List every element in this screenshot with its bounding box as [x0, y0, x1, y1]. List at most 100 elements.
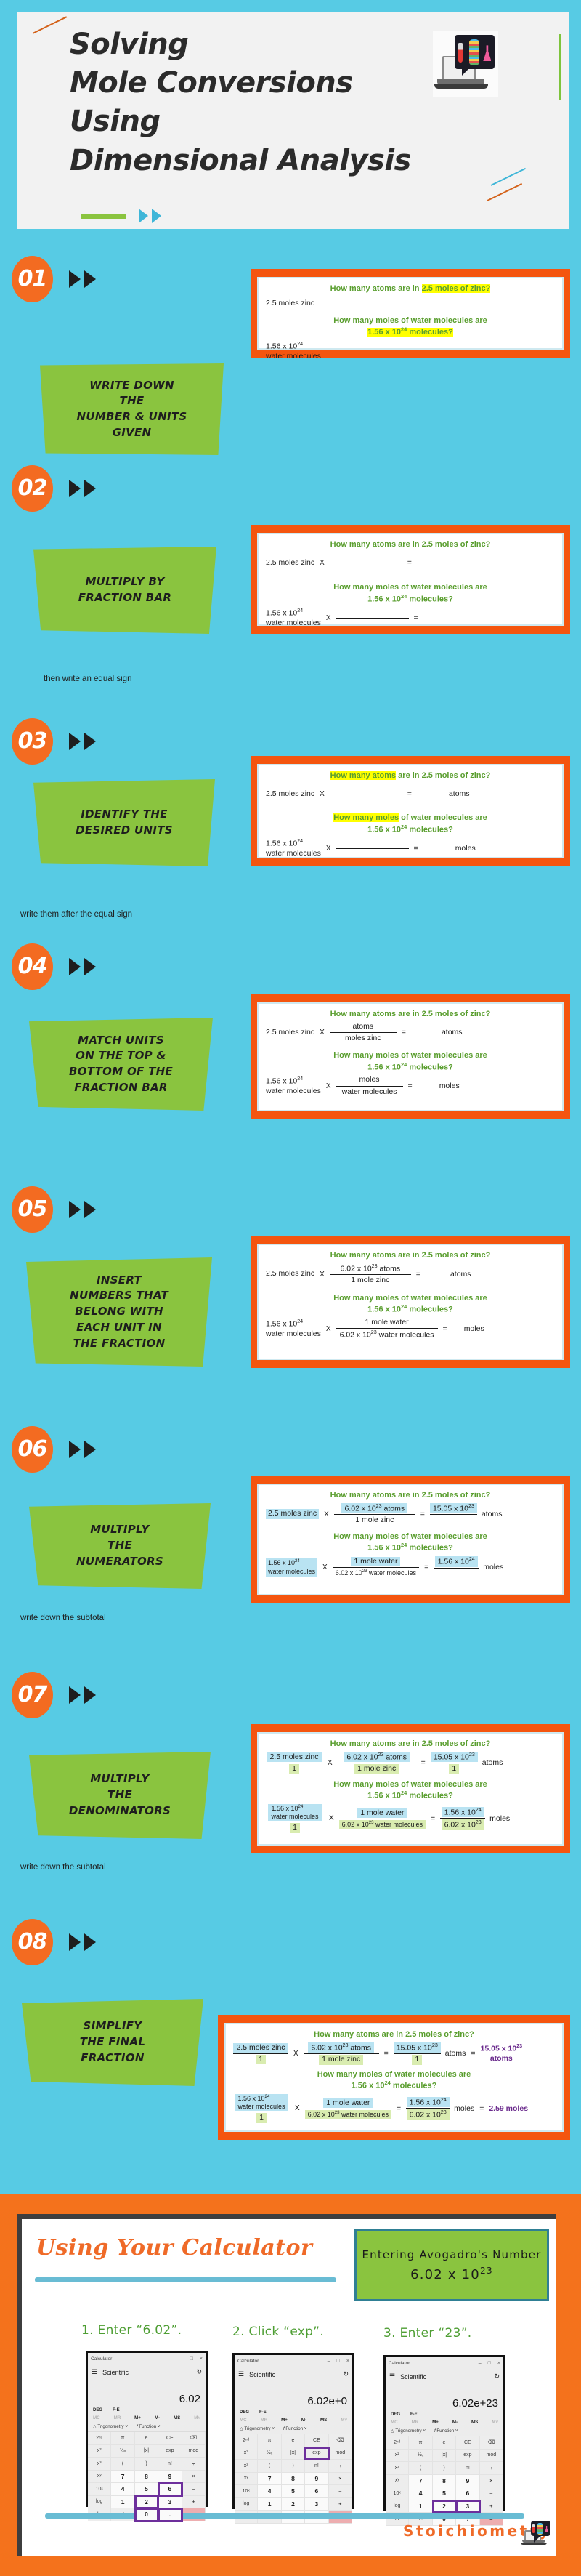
mem-list-button[interactable]: M˅	[341, 2418, 347, 2423]
mem-sub-button[interactable]: M-	[301, 2418, 306, 2423]
key-6[interactable]: 6	[158, 2482, 183, 2497]
key-x-squared[interactable]: x²	[386, 2449, 410, 2462]
mem-clear-button[interactable]: MC	[240, 2418, 247, 2423]
calculator-mode[interactable]: Scientific	[249, 2371, 275, 2378]
key-factorial[interactable]: n!	[305, 2460, 329, 2473]
key-ten-power-x[interactable]: 10ˣ	[235, 2485, 259, 2498]
key-x-power-y[interactable]: xʸ	[235, 2472, 259, 2485]
key-8[interactable]: 8	[134, 2470, 159, 2483]
key-ce[interactable]: CE	[305, 2434, 329, 2447]
key-1[interactable]: 1	[258, 2497, 282, 2511]
key-multiply[interactable]: ×	[479, 2474, 503, 2487]
mem-recall-button[interactable]: MR	[261, 2418, 268, 2423]
hamburger-icon[interactable]: ☰	[238, 2370, 244, 2378]
key-4[interactable]: 4	[258, 2485, 282, 2498]
key-ten-power-x[interactable]: 10ˣ	[386, 2487, 410, 2500]
trigonometry-menu[interactable]: △ Trigonometry ˅	[391, 2428, 426, 2434]
history-icon[interactable]: ↻	[343, 2370, 349, 2378]
mem-list-button[interactable]: M˅	[492, 2420, 498, 2425]
key-5[interactable]: 5	[432, 2487, 457, 2500]
key-factorial[interactable]: n!	[158, 2458, 182, 2471]
fe-toggle[interactable]: F-E	[113, 2408, 120, 2412]
key-x-power-y[interactable]: xʸ	[386, 2474, 410, 2487]
deg-toggle[interactable]: DEG	[240, 2410, 249, 2415]
key-minus[interactable]: −	[479, 2487, 503, 2500]
calculator-mode[interactable]: Scientific	[102, 2369, 129, 2376]
key-8[interactable]: 8	[432, 2474, 457, 2487]
mem-store-button[interactable]: MS	[471, 2420, 478, 2425]
key-abs[interactable]: |x|	[432, 2449, 457, 2462]
key-plus[interactable]: +	[479, 2500, 503, 2513]
mem-clear-button[interactable]: MC	[391, 2420, 398, 2425]
key-exp[interactable]: exp	[456, 2449, 480, 2462]
history-icon[interactable]: ↻	[196, 2368, 202, 2376]
key-0[interactable]: 0	[134, 2508, 160, 2522]
history-icon[interactable]: ↻	[494, 2372, 500, 2380]
key-divide[interactable]: ÷	[479, 2462, 503, 2475]
key-close-paren[interactable]: )	[134, 2458, 159, 2471]
key-5[interactable]: 5	[134, 2483, 159, 2496]
key-2nd[interactable]: 2ⁿᵈ	[235, 2434, 259, 2447]
close-icon[interactable]: ×	[497, 2361, 500, 2366]
key-plus[interactable]: +	[182, 2495, 206, 2508]
function-menu[interactable]: f Function ˅	[283, 2426, 307, 2431]
key-2nd[interactable]: 2ⁿᵈ	[386, 2436, 410, 2450]
key-divide[interactable]: ÷	[328, 2460, 352, 2473]
key-reciprocal[interactable]: ½ₓ	[409, 2449, 433, 2462]
key-2[interactable]: 2	[134, 2495, 160, 2509]
mem-recall-button[interactable]: MR	[114, 2415, 121, 2420]
key-pi[interactable]: π	[409, 2436, 433, 2450]
key-pi[interactable]: π	[258, 2434, 282, 2447]
key-8[interactable]: 8	[281, 2472, 306, 2485]
key-x-squared[interactable]: x²	[88, 2444, 112, 2458]
maximize-icon[interactable]: □	[488, 2361, 491, 2366]
key-log[interactable]: log	[386, 2500, 410, 2513]
minimize-icon[interactable]: –	[479, 2361, 482, 2366]
key-ten-power-x[interactable]: 10ˣ	[88, 2483, 112, 2496]
key-open-paren[interactable]: (	[111, 2458, 135, 2471]
key-multiply[interactable]: ×	[328, 2472, 352, 2485]
maximize-icon[interactable]: □	[337, 2359, 340, 2364]
key-plus[interactable]: +	[328, 2497, 352, 2511]
key-decimal[interactable]: .	[158, 2508, 183, 2522]
key-2[interactable]: 2	[281, 2497, 306, 2511]
key-3[interactable]: 3	[455, 2499, 481, 2513]
key-7[interactable]: 7	[258, 2472, 282, 2485]
key-9[interactable]: 9	[456, 2474, 480, 2487]
key-2[interactable]: 2	[431, 2499, 458, 2513]
key-close-paren[interactable]: )	[432, 2462, 457, 2475]
key-mod[interactable]: mod	[479, 2449, 503, 2462]
key-3[interactable]: 3	[305, 2497, 329, 2511]
mem-recall-button[interactable]: MR	[412, 2420, 419, 2425]
trigonometry-menu[interactable]: △ Trigonometry ˅	[240, 2426, 275, 2431]
trigonometry-menu[interactable]: △ Trigonometry ˅	[93, 2424, 128, 2429]
key-exp[interactable]: exp	[158, 2444, 182, 2458]
key-ce[interactable]: CE	[158, 2432, 182, 2445]
mem-add-button[interactable]: M+	[432, 2420, 439, 2425]
key-factorial[interactable]: n!	[456, 2462, 480, 2475]
key-7[interactable]: 7	[409, 2474, 433, 2487]
key-e[interactable]: e	[134, 2432, 159, 2445]
key-x-power-y[interactable]: xʸ	[88, 2470, 112, 2483]
deg-toggle[interactable]: DEG	[93, 2408, 102, 2412]
key-4[interactable]: 4	[111, 2483, 135, 2496]
mem-add-button[interactable]: M+	[134, 2415, 141, 2420]
key-x-squared[interactable]: x²	[235, 2447, 259, 2460]
key-2nd[interactable]: 2ⁿᵈ	[88, 2432, 112, 2445]
hamburger-icon[interactable]: ☰	[389, 2372, 395, 2380]
mem-add-button[interactable]: M+	[281, 2418, 288, 2423]
key-open-paren[interactable]: (	[409, 2462, 433, 2475]
key-e[interactable]: e	[281, 2434, 306, 2447]
key-open-paren[interactable]: (	[258, 2460, 282, 2473]
function-menu[interactable]: f Function ˅	[434, 2428, 458, 2434]
mem-store-button[interactable]: MS	[174, 2415, 180, 2420]
key-6[interactable]: 6	[305, 2485, 329, 2498]
key-abs[interactable]: |x|	[134, 2444, 159, 2458]
deg-toggle[interactable]: DEG	[391, 2412, 400, 2417]
minimize-icon[interactable]: –	[181, 2356, 184, 2362]
key-1[interactable]: 1	[111, 2495, 135, 2508]
key-3[interactable]: 3	[158, 2495, 182, 2508]
hamburger-icon[interactable]: ☰	[92, 2368, 97, 2376]
key-x-cubed[interactable]: x³	[235, 2460, 259, 2473]
mem-list-button[interactable]: M˅	[194, 2415, 200, 2420]
